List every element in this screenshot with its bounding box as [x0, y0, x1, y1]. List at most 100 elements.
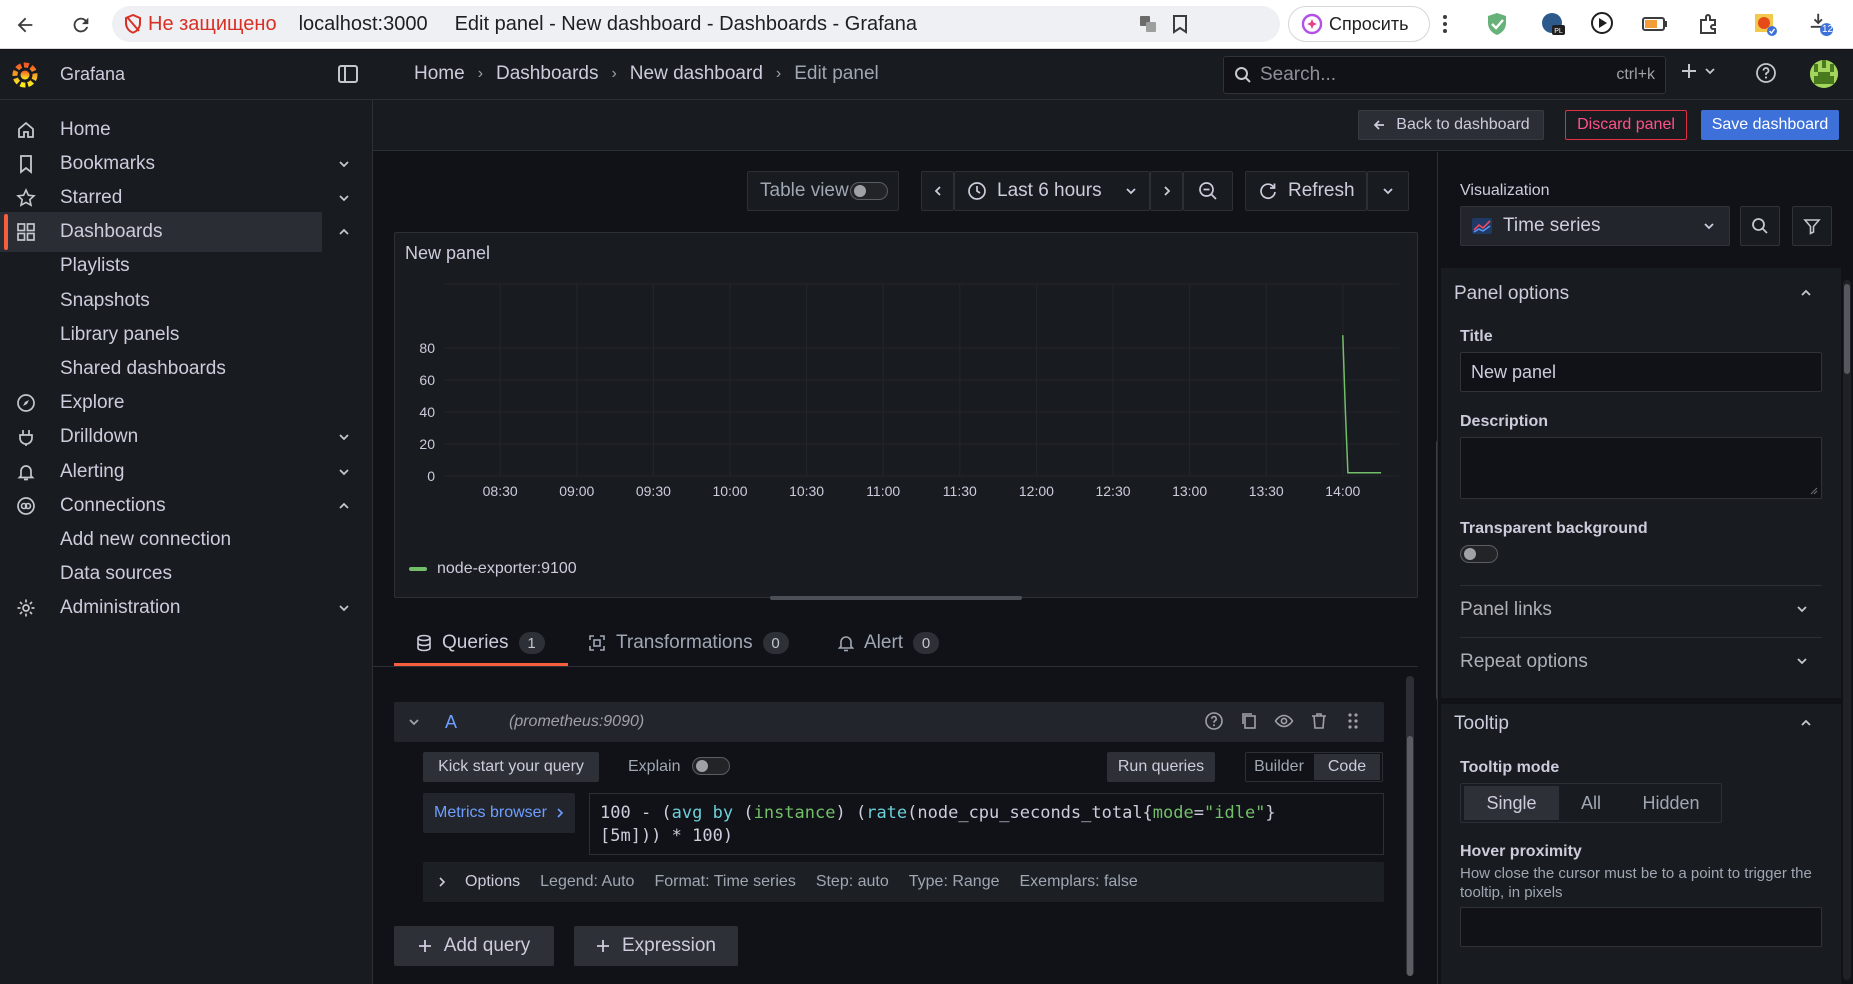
panel-options-header[interactable]: Panel options: [1454, 283, 1569, 305]
x-tick-label: 14:00: [1325, 483, 1360, 499]
tab-alert[interactable]: Alert 0: [838, 620, 940, 666]
table-view-toggle[interactable]: Table view: [747, 171, 899, 211]
add-query-button[interactable]: Add query: [394, 926, 554, 966]
battery-icon[interactable]: [1642, 11, 1668, 37]
tab-transformations[interactable]: Transformations 0: [588, 620, 789, 666]
downloads-icon[interactable]: 12: [1808, 11, 1834, 37]
new-menu-button[interactable]: [1680, 62, 1716, 80]
series-line[interactable]: [1342, 335, 1382, 474]
panel-links-header[interactable]: Panel links: [1460, 599, 1552, 621]
zoom-out-button[interactable]: [1183, 171, 1233, 211]
reload-icon[interactable]: [66, 10, 96, 40]
chevron-down-icon[interactable]: [338, 192, 350, 204]
chevron-down-icon[interactable]: [338, 466, 350, 478]
query-help-icon[interactable]: [1204, 711, 1224, 731]
mode-builder-option[interactable]: Builder: [1246, 754, 1312, 780]
refresh-interval-dropdown[interactable]: [1367, 171, 1409, 211]
refresh-button[interactable]: Refresh: [1245, 171, 1367, 211]
adguard-shield-icon[interactable]: [1484, 11, 1510, 37]
scrollbar-thumb[interactable]: [1844, 284, 1850, 374]
panel-resize-handle[interactable]: [770, 596, 1022, 600]
add-expression-button[interactable]: Expression: [574, 926, 738, 966]
browser-menu-icon[interactable]: [1432, 11, 1458, 37]
tooltip-mode-hidden[interactable]: Hidden: [1623, 786, 1719, 820]
sidebar-item-administration[interactable]: Administration: [0, 588, 373, 628]
scrollbar-thumb[interactable]: [1407, 736, 1413, 976]
user-avatar[interactable]: [1810, 60, 1838, 88]
tab-count-badge: 0: [762, 632, 789, 654]
chevron-down-icon[interactable]: [1796, 655, 1808, 667]
breadcrumb-home[interactable]: Home: [414, 63, 465, 85]
chevron-down-icon[interactable]: [338, 431, 350, 443]
table-view-switch[interactable]: [850, 182, 888, 200]
breadcrumb-dashboards[interactable]: Dashboards: [496, 63, 598, 85]
grafana-logo-icon[interactable]: [12, 62, 38, 88]
query-code-editor[interactable]: 100 - (avg by (instance) (rate(node_cpu_…: [589, 793, 1384, 855]
bookmark-star-icon[interactable]: [1172, 14, 1188, 34]
chevron-up-icon[interactable]: [1800, 287, 1812, 299]
media-player-icon[interactable]: [1590, 11, 1616, 37]
title-input[interactable]: New panel: [1460, 352, 1822, 392]
save-dashboard-button[interactable]: Save dashboard: [1701, 110, 1839, 140]
explain-toggle[interactable]: [692, 757, 730, 775]
chevron-down-icon[interactable]: [1796, 603, 1808, 615]
colorful-extension-icon[interactable]: [1752, 11, 1778, 37]
time-range-picker[interactable]: Last 6 hours: [954, 171, 1150, 211]
hover-proximity-input[interactable]: [1460, 907, 1822, 947]
address-bar[interactable]: Не защищено localhost:3000 Edit panel - …: [112, 6, 1280, 42]
description-field-label: Description: [1460, 413, 1549, 430]
url-text[interactable]: localhost:3000: [299, 13, 428, 36]
query-ref-id[interactable]: A: [445, 712, 457, 733]
discard-panel-label: Discard panel: [1577, 116, 1675, 133]
mode-code-option[interactable]: Code: [1314, 754, 1380, 780]
chevron-up-icon[interactable]: [1800, 717, 1812, 729]
time-range-forward-button[interactable]: [1150, 171, 1183, 211]
query-expression-line-2: [5m])) * 100): [600, 826, 734, 846]
time-series-chart[interactable]: 0 20 40 60 80 08:30 09:00 09:30 10:00 10:30 11:00…: [394, 280, 1418, 550]
drag-handle-icon[interactable]: [1346, 711, 1360, 731]
not-secure-indicator[interactable]: Не защищено: [124, 13, 277, 36]
brand-name[interactable]: Grafana: [60, 64, 125, 85]
search-options-button[interactable]: [1740, 206, 1780, 246]
translate-icon[interactable]: [1139, 15, 1157, 33]
tooltip-mode-single[interactable]: Single: [1464, 786, 1559, 820]
description-textarea[interactable]: [1460, 437, 1822, 499]
transparent-background-toggle[interactable]: [1460, 545, 1498, 563]
tab-queries[interactable]: Queries 1: [394, 620, 568, 666]
cog-icon: [14, 596, 38, 620]
sidebar-item-playlists[interactable]: Playlists: [0, 246, 373, 286]
hide-query-eye-icon[interactable]: [1274, 711, 1294, 731]
tooltip-header[interactable]: Tooltip: [1454, 713, 1509, 735]
puzzle-extension-icon[interactable]: [1696, 11, 1722, 37]
refresh-icon: [1260, 183, 1276, 199]
legend-series-label[interactable]: node-exporter:9100: [437, 560, 577, 578]
options-pane-scrollbar[interactable]: [1843, 280, 1851, 980]
visualization-picker[interactable]: Time series: [1460, 206, 1730, 246]
chevron-down-icon[interactable]: [338, 602, 350, 614]
collapse-query-chevron-icon[interactable]: [408, 716, 420, 728]
kick-start-query-button[interactable]: Kick start your query: [423, 752, 599, 782]
ask-ai-button[interactable]: Спросить: [1288, 6, 1430, 42]
run-queries-button[interactable]: Run queries: [1107, 752, 1215, 782]
back-arrow-icon[interactable]: [10, 10, 40, 40]
query-options-row[interactable]: Options Legend: Auto Format: Time series…: [423, 862, 1384, 902]
repeat-options-header[interactable]: Repeat options: [1460, 651, 1588, 673]
help-icon[interactable]: [1755, 62, 1777, 84]
chevron-up-icon[interactable]: [338, 500, 350, 512]
search-box[interactable]: Search... ctrl+k: [1223, 56, 1666, 94]
dock-menu-icon[interactable]: [337, 64, 359, 84]
breadcrumb-new-dashboard[interactable]: New dashboard: [630, 63, 763, 85]
globe-extension-icon[interactable]: PL: [1540, 11, 1566, 37]
query-pane-scrollbar[interactable]: [1406, 676, 1414, 976]
sidebar-item-drilldown[interactable]: Drilldown: [0, 417, 373, 457]
discard-panel-button[interactable]: Discard panel: [1565, 110, 1687, 140]
filter-options-button[interactable]: [1792, 206, 1832, 246]
database-icon: [417, 634, 431, 652]
duplicate-query-icon[interactable]: [1240, 711, 1258, 731]
chevron-down-icon[interactable]: [338, 158, 350, 170]
metrics-browser-button[interactable]: Metrics browser: [423, 793, 575, 833]
back-to-dashboard-button[interactable]: Back to dashboard: [1358, 110, 1544, 140]
tooltip-mode-all[interactable]: All: [1559, 786, 1623, 820]
delete-query-trash-icon[interactable]: [1310, 711, 1328, 731]
time-range-back-button[interactable]: [921, 171, 954, 211]
